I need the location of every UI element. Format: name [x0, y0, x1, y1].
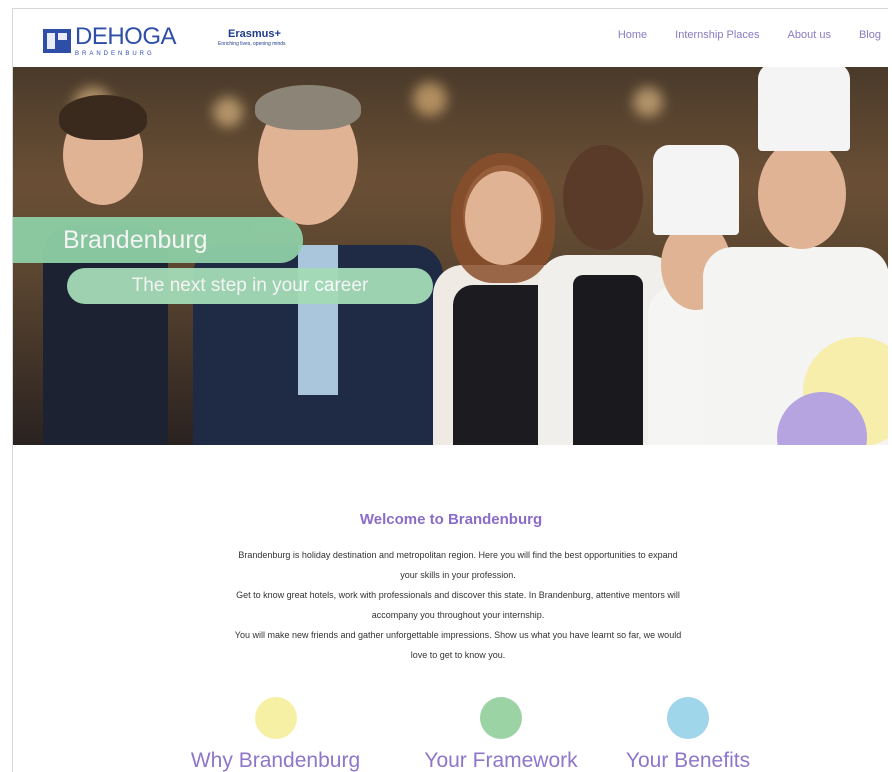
logo-subtitle: BRANDENBURG — [75, 51, 155, 57]
dehoga-logo[interactable]: DEHOGA BRANDENBURG — [43, 23, 177, 58]
main-nav: Home Internship Places About us Blog — [590, 29, 881, 41]
page-frame: DEHOGA BRANDENBURG Erasmus+ Enriching li… — [12, 8, 888, 772]
blue-circle-icon — [667, 697, 709, 739]
yellow-circle-icon — [254, 697, 297, 739]
nav-about-us[interactable]: About us — [788, 29, 831, 41]
site-header: DEHOGA BRANDENBURG Erasmus+ Enriching li… — [13, 9, 888, 67]
feature-why-brandenburg[interactable]: Why Brandenburg — [168, 697, 383, 772]
welcome-line: Brandenburg is holiday destination and m… — [238, 550, 678, 560]
erasmus-logo: Erasmus+ Enriching lives, opening minds — [218, 29, 286, 47]
feature-your-framework[interactable]: Your Framework — [396, 697, 606, 772]
nav-internship-places[interactable]: Internship Places — [675, 29, 759, 41]
logo-text: DEHOGA BRANDENBURG — [75, 23, 177, 58]
hero-banner: Brandenburg The next step in your career — [13, 67, 888, 445]
welcome-line: accompany you throughout your internship… — [371, 610, 545, 620]
welcome-line: love to get to know you. — [410, 650, 506, 660]
welcome-line: You will make new friends and gather unf… — [234, 630, 682, 640]
hero-title: Brandenburg — [13, 217, 303, 263]
hero-subtitle: The next step in your career — [67, 268, 433, 304]
dehoga-logo-icon — [43, 29, 71, 53]
welcome-heading: Welcome to Brandenburg — [359, 511, 543, 528]
background-light — [633, 87, 663, 117]
feature-your-benefits[interactable]: Your Benefits — [603, 697, 773, 772]
welcome-text: Brandenburg is holiday destination and m… — [103, 545, 813, 665]
feature-label: Your Framework — [424, 749, 578, 772]
welcome-section: Welcome to Brandenburg Brandenburg is ho… — [13, 445, 888, 772]
erasmus-tagline: Enriching lives, opening minds — [218, 41, 286, 47]
welcome-line: your skills in your profession. — [400, 570, 516, 580]
green-circle-icon — [480, 697, 522, 739]
feature-label: Your Benefits — [625, 749, 751, 772]
erasmus-name: Erasmus+ — [228, 28, 281, 40]
feature-label: Why Brandenburg — [190, 749, 361, 772]
chef-hat-icon — [758, 67, 850, 151]
logo-name: DEHOGA — [75, 23, 177, 50]
welcome-line: Get to know great hotels, work with prof… — [236, 590, 680, 600]
nav-blog[interactable]: Blog — [859, 29, 881, 41]
nav-home[interactable]: Home — [618, 29, 647, 41]
